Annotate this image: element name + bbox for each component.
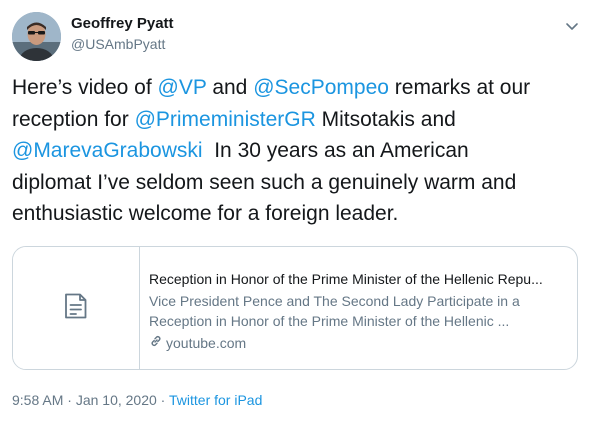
card-body: Reception in Honor of the Prime Minister… [149, 269, 569, 353]
link-card[interactable]: Reception in Honor of the Prime Minister… [12, 246, 578, 370]
tweet-source-link[interactable]: Twitter for iPad [169, 392, 262, 408]
tweet: Geoffrey Pyatt @USAmbPyatt Here’s video … [0, 0, 596, 423]
tweet-text-segment: Mitsotakis and [315, 107, 456, 131]
mention-link[interactable]: @MarevaGrabowski [12, 139, 203, 162]
tweet-line: Here’s video of @VP and @SecPompeo remar… [12, 72, 580, 104]
separator: · [63, 392, 76, 408]
mention-link[interactable]: @PrimeministerGR [135, 108, 316, 131]
avatar[interactable] [12, 12, 61, 61]
card-description-line: Reception in Honor of the Prime Minister… [149, 313, 510, 329]
tweet-text-segment: reception for [12, 107, 135, 131]
separator: · [156, 392, 169, 408]
tweet-line: reception for @PrimeministerGR Mitsotaki… [12, 104, 580, 136]
author-name[interactable]: Geoffrey Pyatt [71, 15, 174, 32]
tweet-text-segment: In 30 years as an American [202, 139, 469, 162]
tweet-line: diplomat I’ve seldom seen such a genuine… [12, 170, 517, 194]
card-title: Reception in Honor of the Prime Minister… [149, 271, 543, 287]
card-description: Vice President Pence and The Second Lady… [149, 291, 569, 331]
mention-link[interactable]: @SecPompeo [253, 76, 389, 99]
card-domain: youtube.com [149, 333, 569, 353]
tweet-text-segment: and [206, 76, 254, 99]
card-thumbnail [13, 247, 140, 369]
link-icon [149, 333, 166, 353]
tweet-text-segment: Here’s video of [12, 76, 158, 99]
tweet-metadata: 9:58 AM · Jan 10, 2020 · Twitter for iPa… [12, 392, 262, 408]
chevron-down-icon[interactable] [563, 17, 581, 35]
author-handle[interactable]: @USAmbPyatt [71, 36, 165, 52]
tweet-line: enthusiastic welcome for a foreign leade… [12, 202, 399, 225]
document-icon [63, 292, 89, 325]
tweet-text: Here’s video of @VP and @SecPompeo remar… [12, 72, 580, 230]
mention-link[interactable]: @VP [158, 76, 207, 99]
tweet-line: @MarevaGrabowski In 30 years as an Ameri… [12, 135, 580, 167]
tweet-text-segment: remarks at our [388, 76, 531, 99]
card-domain-label: youtube.com [166, 335, 247, 351]
card-description-line: Vice President Pence and The Second Lady… [149, 293, 520, 309]
tweet-date[interactable]: Jan 10, 2020 [76, 392, 157, 408]
tweet-time[interactable]: 9:58 AM [12, 392, 63, 408]
